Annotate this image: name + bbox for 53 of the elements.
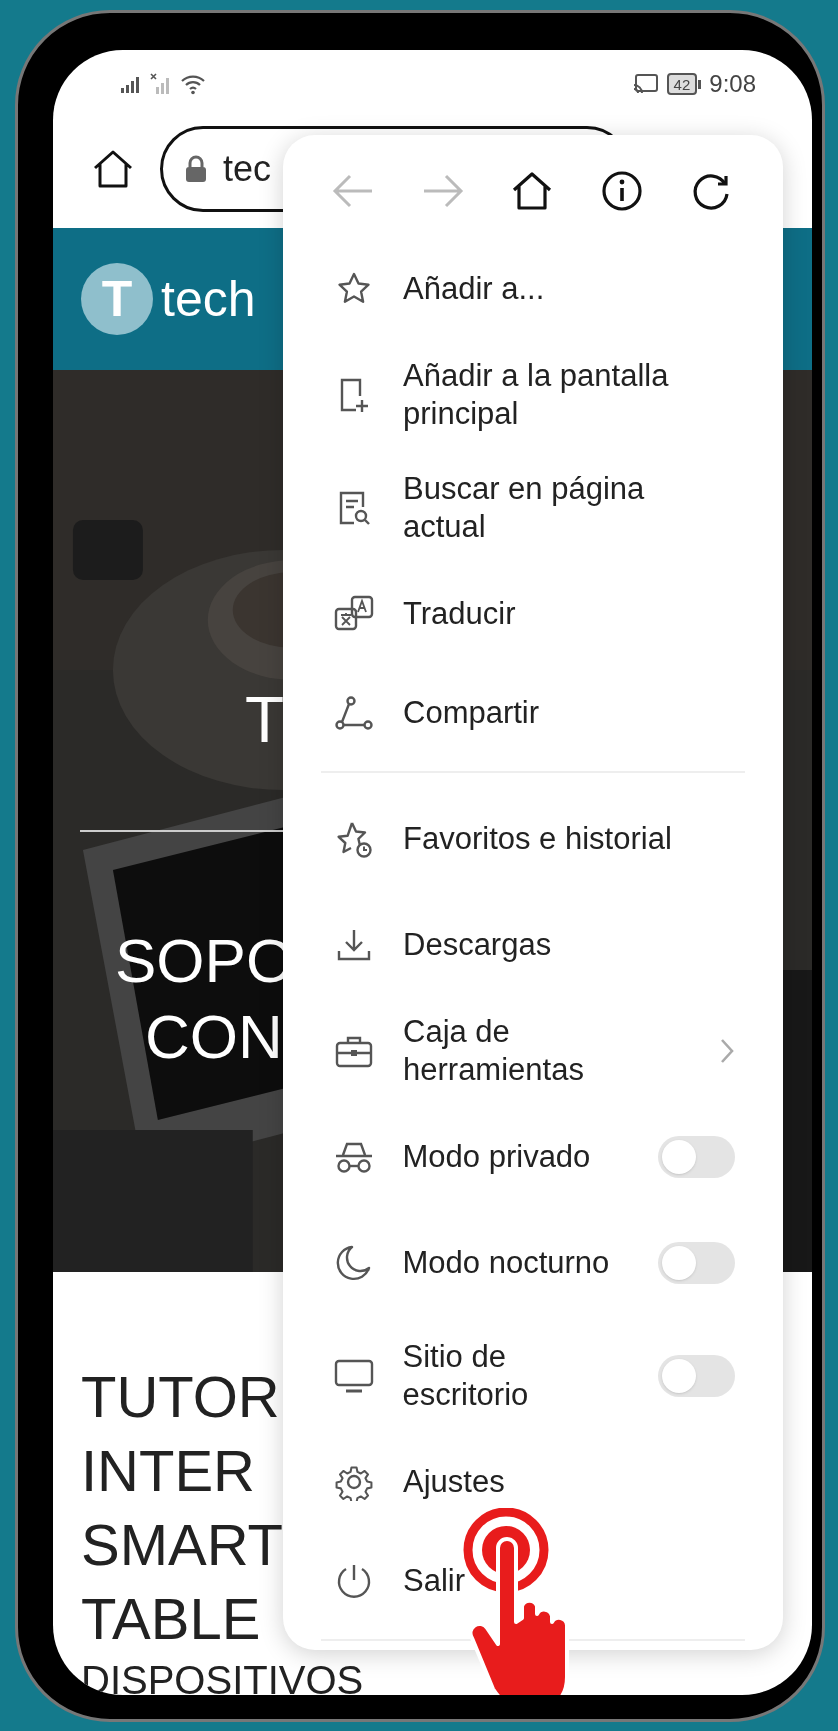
headline-text: DISPOSITIVOS	[81, 1658, 364, 1695]
menu-item-label: Salir	[403, 1561, 466, 1600]
logo-text: tech	[161, 269, 256, 329]
home-icon	[510, 170, 554, 213]
menu-item-label: Ajustes	[403, 1462, 506, 1501]
menu-item[interactable]: Caja de herramientas	[283, 994, 783, 1108]
menu-item-label: Traducir	[403, 594, 517, 633]
menu-item[interactable]: Sitio de escritorio	[283, 1319, 783, 1433]
hero-subtitle: CON	[145, 1006, 283, 1068]
translate-icon	[334, 594, 374, 633]
toggle-switch[interactable]	[657, 1135, 735, 1178]
menu-item[interactable]: Añadir a...	[283, 239, 783, 339]
toggle-switch[interactable]	[657, 1241, 735, 1284]
logo-letter: T	[101, 274, 133, 324]
menu-item-label: Añadir a...	[403, 269, 546, 308]
lock-icon	[185, 155, 207, 183]
menu-item[interactable]: Buscar en página actual	[283, 451, 783, 565]
home-icon[interactable]	[91, 148, 135, 190]
menu-item-label: Compartir	[403, 693, 541, 732]
headline-text: TABLE	[81, 1585, 261, 1653]
menu-item[interactable]: Ajustes	[283, 1432, 783, 1532]
menu-item-label: Sitio de escritorio	[402, 1337, 530, 1414]
menu-item-label: Descargas	[403, 925, 553, 964]
hero-title: T	[245, 688, 285, 752]
menu-item-label: Modo privado	[402, 1137, 592, 1176]
cast-icon	[632, 73, 659, 95]
headline-text: TUTOR	[81, 1363, 280, 1431]
forward-icon	[421, 173, 464, 210]
headline-text: INTER	[81, 1437, 255, 1505]
menu-item[interactable]: Traducir	[283, 564, 783, 664]
headline-text: SMART	[81, 1511, 283, 1579]
back-icon	[332, 173, 374, 210]
menu-item[interactable]: Añadir a la pantalla principal	[283, 338, 783, 452]
url-text: tec	[223, 147, 272, 191]
menu-item-label: Buscar en página actual	[403, 469, 646, 546]
menu-item[interactable]: Compartir	[283, 663, 783, 763]
menu-item[interactable]: Favoritos e historial	[283, 782, 783, 895]
share-icon	[335, 694, 373, 731]
moon-icon	[335, 1243, 372, 1282]
menu-item[interactable]: Descargas	[283, 895, 783, 995]
menu-item-label: Añadir a la pantalla principal	[403, 356, 670, 433]
info-icon	[600, 170, 643, 213]
battery-level: 42	[673, 76, 691, 92]
toggle-switch[interactable]	[657, 1354, 735, 1397]
menu-item-label: Favoritos e historial	[403, 819, 673, 858]
menu-item[interactable]: Modo privado	[283, 1107, 783, 1207]
wifi-icon	[180, 73, 206, 95]
menu-item[interactable]: Modo nocturno	[283, 1206, 783, 1320]
monitor-icon	[333, 1357, 374, 1394]
menu-item-label: Modo nocturno	[402, 1243, 611, 1282]
menu-item[interactable]: Salir	[283, 1531, 783, 1631]
menu-item-label: Caja de herramientas	[403, 1012, 585, 1089]
clock: 9:08	[709, 69, 756, 99]
